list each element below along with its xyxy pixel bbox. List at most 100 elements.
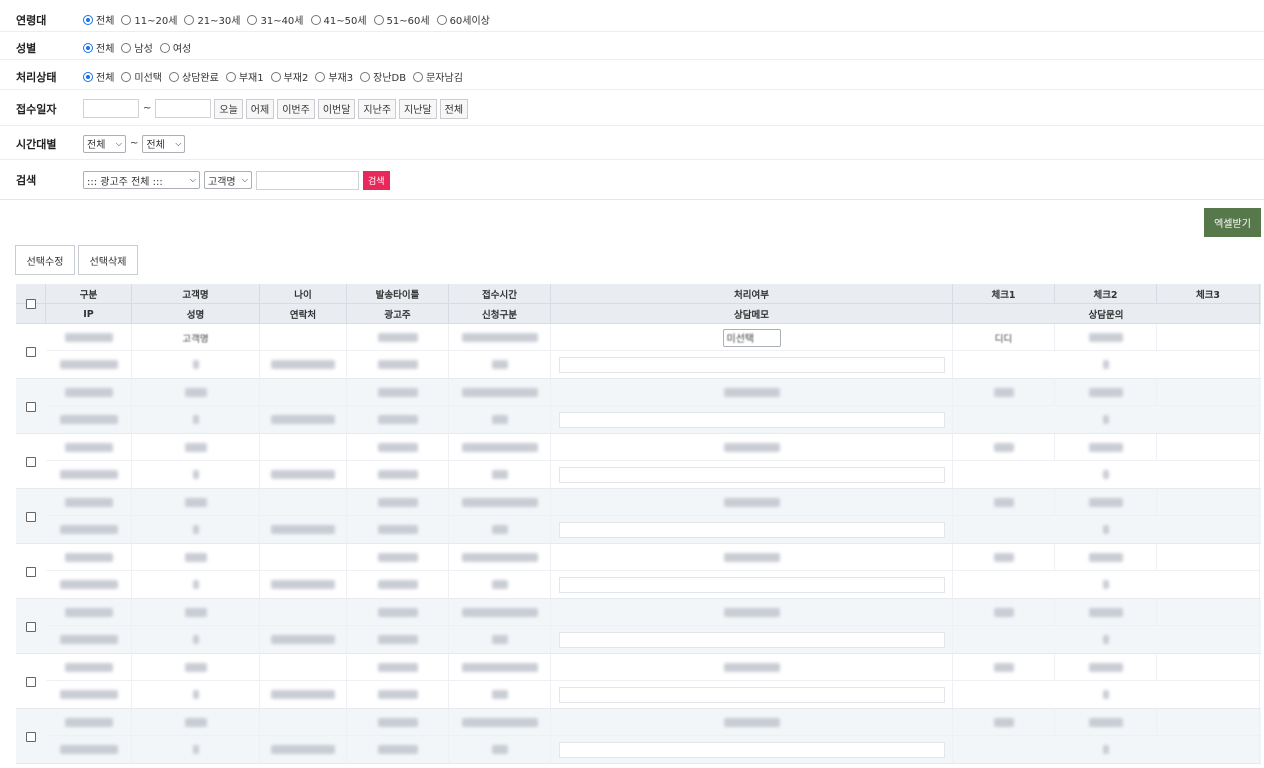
row-checkbox[interactable] (26, 621, 36, 632)
radio-dot[interactable] (247, 14, 258, 25)
table-cell (46, 626, 132, 653)
radio-dot[interactable] (83, 71, 93, 82)
date-from-input[interactable] (83, 99, 139, 118)
memo-input[interactable] (558, 356, 945, 373)
age-option[interactable]: 31~40세 (247, 12, 304, 27)
time-from-select[interactable]: 전체 ⌵ (83, 134, 126, 153)
radio-dot[interactable] (413, 71, 424, 82)
select-all-checkbox[interactable] (26, 299, 36, 309)
gender-option[interactable]: 전체 (83, 40, 114, 55)
radio-dot[interactable] (310, 14, 321, 25)
obscured-text (192, 415, 199, 424)
gender-option[interactable]: 여성 (159, 40, 191, 55)
memo-input[interactable] (558, 686, 945, 703)
radio-dot[interactable] (225, 71, 236, 82)
date-quick-button[interactable]: 전체 (439, 98, 469, 119)
memo-input[interactable] (558, 631, 945, 648)
memo-input[interactable] (558, 576, 945, 593)
memo-input[interactable] (558, 521, 945, 538)
age-option[interactable]: 41~50세 (310, 12, 367, 27)
row-checkbox[interactable] (26, 346, 36, 357)
row-checkbox[interactable] (26, 511, 36, 522)
age-option[interactable]: 51~60세 (373, 12, 430, 27)
table-cell (46, 324, 132, 351)
gender-option[interactable]: 남성 (121, 40, 153, 55)
table-cell (449, 379, 551, 406)
date-quick-button[interactable]: 어제 (245, 98, 275, 119)
radio-dot[interactable] (159, 42, 170, 53)
row-checkbox[interactable] (26, 456, 36, 467)
table-cell (260, 681, 347, 708)
date-quick-button[interactable]: 지난달 (399, 98, 437, 119)
radio-dot[interactable] (373, 14, 384, 25)
table-cell (132, 709, 260, 736)
row-bottom-line (46, 351, 1261, 378)
obscured-text (184, 608, 207, 617)
process-status-select[interactable]: 미선택 (722, 328, 781, 347)
memo-input[interactable] (558, 741, 945, 758)
advertiser-select[interactable]: ::: 광고주 전체 ::: ⌵ (83, 171, 200, 189)
row-checkbox[interactable] (26, 676, 36, 687)
radio-dot[interactable] (83, 14, 93, 25)
delete-selected-button[interactable]: 선택삭제 (78, 245, 138, 275)
radio-dot[interactable] (169, 71, 180, 82)
radio-dot[interactable] (121, 14, 132, 25)
obscured-text (993, 553, 1014, 562)
table-cell (347, 599, 449, 626)
age-option[interactable]: 11~20세 (121, 12, 177, 27)
radio-dot[interactable] (121, 71, 132, 82)
search-input[interactable] (256, 170, 359, 190)
column-header: 접수시간 (449, 284, 551, 304)
status-option[interactable]: 전체 (83, 69, 114, 84)
row-bottom-line (46, 626, 1261, 653)
radio-dot[interactable] (83, 42, 93, 53)
search-button[interactable]: 검색 (363, 170, 390, 190)
age-option[interactable]: 전체 (83, 12, 114, 27)
time-tilde: ~ (130, 138, 139, 149)
time-to-select[interactable]: 전체 ⌵ (142, 134, 186, 153)
row-check-cell (16, 654, 46, 709)
radio-dot[interactable] (184, 14, 195, 25)
radio-dot[interactable] (436, 14, 447, 25)
radio-dot[interactable] (270, 71, 281, 82)
date-quick-button[interactable]: 오늘 (214, 98, 243, 119)
age-option-label: 60세이상 (449, 16, 490, 27)
row-check-cell (16, 709, 46, 764)
status-option[interactable]: 부재1 (225, 69, 264, 84)
status-option[interactable]: 미선택 (121, 69, 162, 84)
date-quick-button[interactable]: 지난주 (358, 98, 397, 119)
status-option[interactable]: 부재3 (315, 69, 353, 84)
radio-dot[interactable] (360, 71, 371, 82)
row-checkbox[interactable] (26, 731, 36, 742)
obscured-text (723, 388, 780, 397)
status-option[interactable]: 장난DB (360, 69, 406, 84)
radio-dot[interactable] (315, 71, 326, 82)
table-cell (347, 516, 449, 543)
gender-option-label: 전체 (96, 44, 115, 55)
row-checkbox[interactable] (26, 401, 36, 412)
obscured-text (1088, 333, 1123, 342)
memo-input[interactable] (558, 411, 945, 428)
obscured-text (271, 745, 335, 754)
date-quick-button[interactable]: 이번달 (317, 98, 356, 119)
obscured-text (64, 443, 113, 452)
excel-download-button[interactable]: 엑셀받기 (1204, 208, 1261, 237)
age-option[interactable]: 21~30세 (184, 12, 240, 27)
edit-selected-button[interactable]: 선택수정 (15, 245, 75, 275)
search-field-select[interactable]: 고객명 ⌵ (204, 171, 252, 189)
age-option[interactable]: 60세이상 (436, 12, 490, 27)
status-option[interactable]: 문자남김 (413, 69, 463, 84)
memo-input[interactable] (558, 466, 945, 483)
radio-dot[interactable] (121, 42, 132, 53)
table-cell (953, 544, 1055, 571)
table-cell (449, 681, 551, 708)
table-cell (449, 654, 551, 681)
row-top-line: 고객명 미선택 디디 (46, 324, 1261, 351)
table-cell (1157, 709, 1260, 736)
obscured-text (377, 388, 418, 397)
row-checkbox[interactable] (26, 566, 36, 577)
date-quick-button[interactable]: 이번주 (277, 98, 315, 119)
status-option[interactable]: 상담완료 (169, 69, 219, 84)
status-option[interactable]: 부재2 (270, 69, 308, 84)
date-to-input[interactable] (155, 99, 212, 118)
